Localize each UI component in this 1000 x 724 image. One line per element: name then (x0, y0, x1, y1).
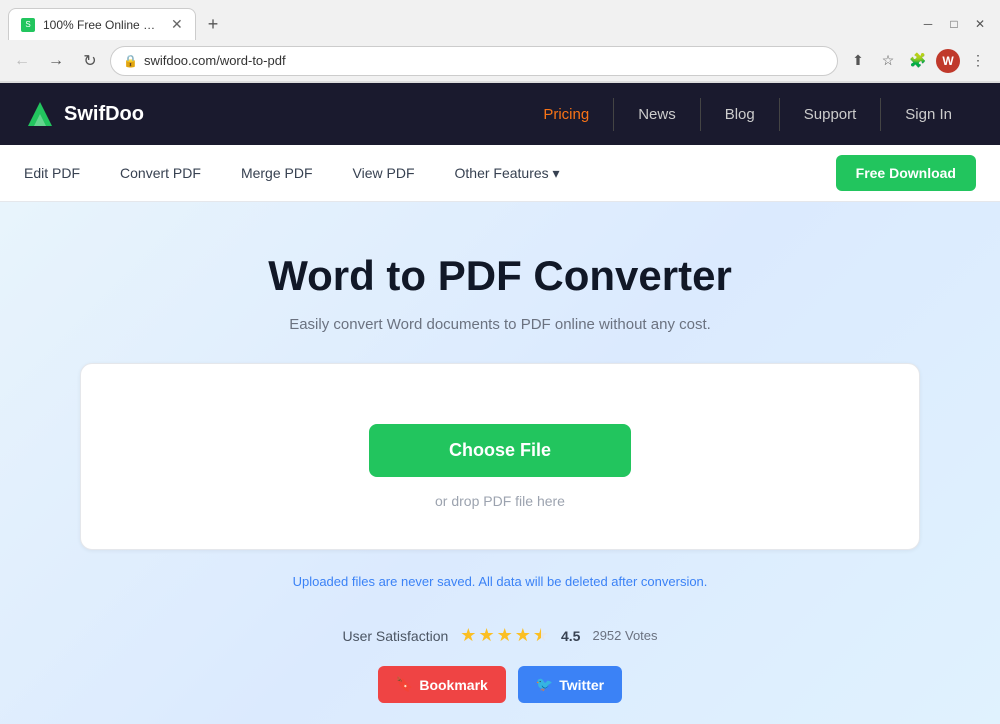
close-button[interactable]: ✕ (968, 12, 992, 36)
url-text: swifdoo.com/word-to-pdf (144, 53, 825, 68)
tab-bar: S 100% Free Online Word to PD… ✕ + ─ □ ✕ (0, 0, 1000, 40)
site-header: SwifDoo Pricing News Blog Support Sign I… (0, 83, 1000, 145)
rating-label: User Satisfaction (342, 628, 448, 644)
hero-subtitle: Easily convert Word documents to PDF onl… (40, 316, 960, 333)
profile-avatar: W (936, 49, 960, 73)
bookmark-button[interactable]: 🔖 Bookmark (378, 666, 506, 703)
star-1: ★ (460, 625, 476, 646)
back-button[interactable]: ← (8, 47, 36, 75)
browser-chrome: S 100% Free Online Word to PD… ✕ + ─ □ ✕… (0, 0, 1000, 83)
nav-item-pricing[interactable]: Pricing (519, 98, 614, 131)
secondary-nav: Edit PDF Convert PDF Merge PDF View PDF … (0, 145, 1000, 202)
upload-box[interactable]: Choose File or drop PDF file here (80, 363, 920, 550)
page-content: SwifDoo Pricing News Blog Support Sign I… (0, 83, 1000, 724)
drop-text: or drop PDF file here (121, 493, 879, 509)
minimize-button[interactable]: ─ (916, 12, 940, 36)
privacy-note: Uploaded files are never saved. All data… (40, 574, 960, 609)
menu-icon[interactable]: ⋮ (964, 47, 992, 75)
twitter-icon: 🐦 (536, 676, 553, 693)
rating-score: 4.5 (561, 628, 580, 644)
nav-item-signin[interactable]: Sign In (881, 98, 976, 131)
star-3: ★ (497, 625, 513, 646)
rating-votes: 2952 Votes (592, 628, 657, 643)
star-2: ★ (478, 625, 494, 646)
site-logo[interactable]: SwifDoo (24, 98, 144, 130)
hero-section: Word to PDF Converter Easily convert Wor… (0, 202, 1000, 724)
extensions-icon[interactable]: 🧩 (904, 47, 932, 75)
address-bar[interactable]: 🔒 swifdoo.com/word-to-pdf (110, 46, 838, 76)
tab-title: 100% Free Online Word to PD… (43, 18, 163, 32)
browser-toolbar: ← → ↻ 🔒 swifdoo.com/word-to-pdf ⬆ ☆ 🧩 W … (0, 40, 1000, 82)
twitter-button[interactable]: 🐦 Twitter (518, 666, 622, 703)
bookmark-label: Bookmark (419, 677, 487, 693)
site-nav: Pricing News Blog Support Sign In (519, 98, 976, 131)
sec-nav-edit-pdf[interactable]: Edit PDF (24, 165, 80, 181)
rating-section: User Satisfaction ★ ★ ★ ★ ★★ 4.5 2952 Vo… (40, 609, 960, 666)
toolbar-icons: ⬆ ☆ 🧩 W ⋮ (844, 47, 992, 75)
star-icon[interactable]: ☆ (874, 47, 902, 75)
sec-nav-convert-pdf[interactable]: Convert PDF (120, 165, 201, 181)
forward-button[interactable]: → (42, 47, 70, 75)
new-tab-button[interactable]: + (200, 10, 227, 39)
nav-item-blog[interactable]: Blog (701, 98, 780, 131)
logo-text: SwifDoo (64, 103, 144, 126)
star-5-half: ★★ (533, 625, 549, 646)
tab-favicon: S (21, 18, 35, 32)
twitter-label: Twitter (559, 677, 604, 693)
star-rating: ★ ★ ★ ★ ★★ (460, 625, 549, 646)
sec-nav-view-pdf[interactable]: View PDF (353, 165, 415, 181)
tab-close-button[interactable]: ✕ (171, 16, 183, 33)
maximize-button[interactable]: □ (942, 12, 966, 36)
active-tab[interactable]: S 100% Free Online Word to PD… ✕ (8, 8, 196, 40)
sec-nav-other-features[interactable]: Other Features ▾ (455, 165, 560, 182)
logo-svg (24, 98, 56, 130)
refresh-button[interactable]: ↻ (76, 47, 104, 75)
star-4: ★ (515, 625, 531, 646)
bookmark-icon: 🔖 (396, 676, 413, 693)
social-buttons: 🔖 Bookmark 🐦 Twitter (40, 666, 960, 724)
privacy-highlight: All data will be deleted after conversio… (478, 574, 707, 589)
share-icon[interactable]: ⬆ (844, 47, 872, 75)
nav-item-news[interactable]: News (614, 98, 701, 131)
free-download-button[interactable]: Free Download (836, 155, 976, 191)
profile-icon-button[interactable]: W (934, 47, 962, 75)
window-controls: ─ □ ✕ (916, 12, 992, 36)
choose-file-button[interactable]: Choose File (369, 424, 631, 477)
hero-title: Word to PDF Converter (40, 252, 960, 300)
sec-nav-merge-pdf[interactable]: Merge PDF (241, 165, 313, 181)
privacy-text: Uploaded files are never saved. (293, 574, 476, 589)
lock-icon: 🔒 (123, 54, 138, 68)
nav-item-support[interactable]: Support (780, 98, 882, 131)
